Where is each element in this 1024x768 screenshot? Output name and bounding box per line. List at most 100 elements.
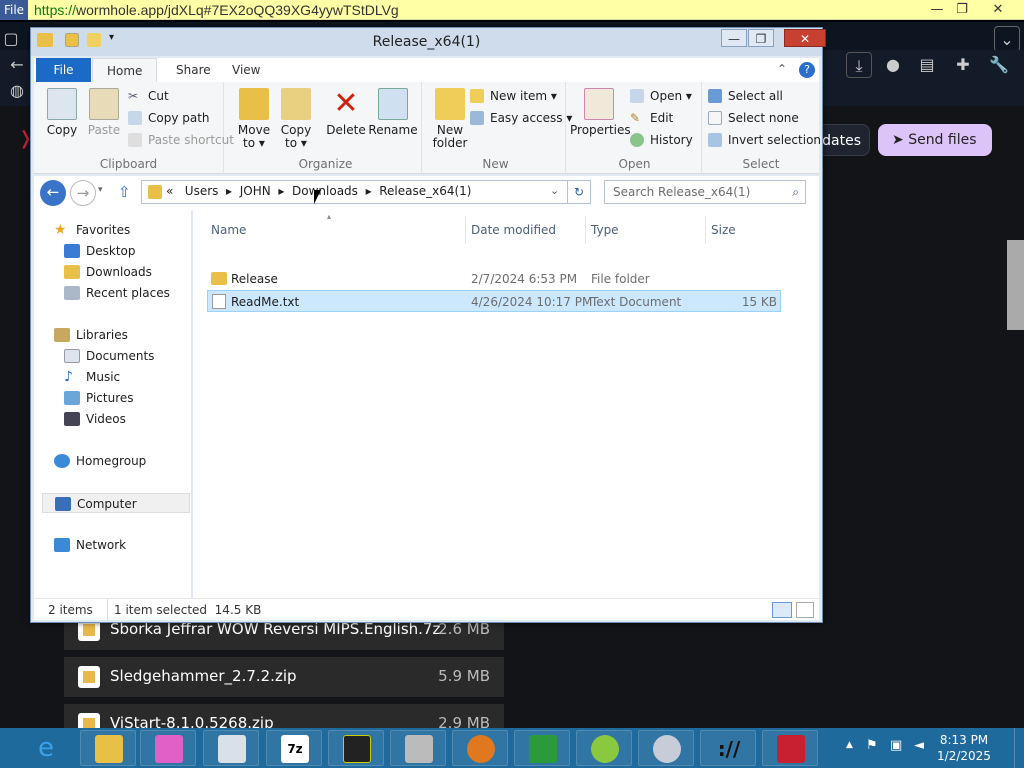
app-button-6[interactable] [576,730,632,766]
tray-volume-icon[interactable]: ◄ [914,738,924,753]
nav-libraries[interactable]: Libraries [54,325,128,345]
7zip-button[interactable]: 7z [266,730,322,766]
select-none-button[interactable]: Select none [708,108,799,128]
large-icons-view-icon[interactable] [796,602,814,618]
move-to-button[interactable]: Move to ▾ [232,86,276,150]
table-row[interactable]: Release 2/7/2024 6:53 PM File folder [207,268,781,290]
search-input[interactable]: Search Release_x64(1) ⌕ [604,180,806,204]
chevron-right-icon[interactable]: ▸ [226,184,232,198]
file-menu[interactable]: File [0,0,28,20]
rename-button[interactable]: Rename [368,86,418,137]
app-button-8[interactable]: :// [700,730,756,766]
app-button-1[interactable] [140,730,196,766]
app-button-2[interactable] [203,730,259,766]
nav-recent-places[interactable]: Recent places [64,283,170,303]
app-button-7[interactable] [638,730,694,766]
copy-to-button[interactable]: Copy to ▾ [274,86,318,150]
tab-home[interactable]: Home [92,58,158,82]
app-button-5[interactable] [514,730,570,766]
copy-button[interactable]: Copy [40,86,84,137]
delete-button[interactable]: ✕ Delete [324,86,368,137]
nav-network[interactable]: Network [54,535,126,555]
details-view-icon[interactable] [772,602,792,618]
help-icon[interactable]: ? [799,62,815,78]
column-name[interactable]: Name [211,220,246,240]
column-divider[interactable] [465,216,466,244]
column-divider[interactable] [585,216,586,244]
chevron-right-icon[interactable]: ▸ [278,184,284,198]
edit-button[interactable]: ✎ Edit [630,108,673,128]
tray-clock[interactable]: 8:13 PM 1/2/2025 [934,732,994,764]
column-size[interactable]: Size [711,220,736,240]
up-arrow-icon[interactable]: ⇧ [118,183,131,201]
extensions-icon[interactable]: ✚ [950,52,976,78]
maximize-icon[interactable]: ❐ [947,0,977,20]
nav-favorites[interactable]: ★ Favorites [54,220,130,240]
close-icon[interactable]: ✕ [983,0,1013,20]
cut-button[interactable]: ✂ Cut [128,86,169,106]
back-icon[interactable]: ← [4,52,30,78]
collapse-ribbon-icon[interactable]: ⌃ [777,62,787,76]
new-item-button[interactable]: New item ▾ [470,86,557,106]
nav-desktop[interactable]: Desktop [64,241,136,261]
breadcrumb[interactable]: « Users ▸ JOHN ▸ Downloads ▸ Release_x64… [141,180,587,204]
ie-button[interactable]: e [18,730,74,766]
history-button[interactable]: History [630,130,693,150]
tab-file[interactable]: File [36,58,91,82]
nav-documents[interactable]: Documents [64,346,154,366]
easy-access-button[interactable]: Easy access ▾ [470,108,572,128]
nav-pictures[interactable]: Pictures [64,388,134,408]
tray-network-icon[interactable]: ▣ [890,738,902,753]
download-icon[interactable]: ⤓ [846,52,872,78]
nav-videos[interactable]: Videos [64,409,126,429]
tray-flag-icon[interactable]: ⚑ [866,738,878,753]
send-files-button[interactable]: ➤ Send files [878,124,992,156]
window-close-button[interactable]: ✕ [784,29,826,47]
nav-music[interactable]: ♪ Music [64,367,120,387]
firefox-icon[interactable]: ● [880,52,906,78]
recent-locations-icon[interactable]: ▾ [98,185,103,195]
back-arrow-icon[interactable]: ← [40,180,66,206]
refresh-icon[interactable]: ↻ [567,180,591,204]
select-all-button[interactable]: Select all [708,86,783,106]
list-item[interactable]: Sledgehammer_2.7.2.zip 5.9 MB [64,657,504,697]
list-item[interactable]: ViStart-8.1.0.5268.zip 2.9 MB [64,704,504,728]
app-button-4[interactable] [452,730,508,766]
window-maximize-button[interactable]: ❐ [748,29,774,47]
tabs-icon[interactable]: ▢ [0,26,24,52]
address-dropdown-icon[interactable]: ⌄ [550,184,559,197]
nav-computer[interactable]: Computer [42,493,190,513]
properties-button[interactable]: Properties [570,86,631,137]
show-desktop-button[interactable] [1014,728,1024,768]
column-type[interactable]: Type [591,220,619,240]
breadcrumb-john[interactable]: JOHN [240,184,271,198]
paste-button[interactable]: Paste [82,86,126,137]
page-scrollbar[interactable] [1007,240,1024,330]
breadcrumb-users[interactable]: Users [185,184,219,198]
tab-view[interactable]: View [218,58,274,82]
page-icon[interactable]: ▤ [914,52,940,78]
breadcrumb-downloads[interactable]: Downloads [292,184,358,198]
new-folder-button[interactable]: New folder [428,86,472,150]
chevron-down-icon[interactable]: ⌄ [994,26,1020,52]
copy-path-button[interactable]: Copy path [128,108,210,128]
nav-homegroup[interactable]: Homegroup [54,451,146,471]
explorer-button[interactable] [80,730,136,766]
window-minimize-button[interactable]: — [721,29,747,47]
paste-shortcut-button[interactable]: Paste shortcut [128,130,234,150]
invert-selection-button[interactable]: Invert selection [708,130,821,150]
usb-button[interactable] [390,730,446,766]
column-date[interactable]: Date modified [471,220,556,240]
tab-share[interactable]: Share [162,58,225,82]
nav-downloads[interactable]: Downloads [64,262,152,282]
tray-overflow-icon[interactable]: ▲ [846,740,853,750]
column-divider[interactable] [705,216,706,244]
url-text[interactable]: https://wormhole.app/jdXLq#7EX2oQQ39XG4y… [34,0,399,20]
breadcrumb-overflow[interactable]: « [166,184,173,198]
forward-arrow-icon[interactable]: → [70,180,96,206]
breadcrumb-release[interactable]: Release_x64(1) [379,184,471,198]
table-row[interactable]: ReadMe.txt 4/26/2024 10:17 PM Text Docum… [207,290,781,312]
open-button[interactable]: Open ▾ [630,86,692,106]
wrench-icon[interactable]: 🔧 [986,52,1012,78]
chevron-right-icon[interactable]: ▸ [366,184,372,198]
